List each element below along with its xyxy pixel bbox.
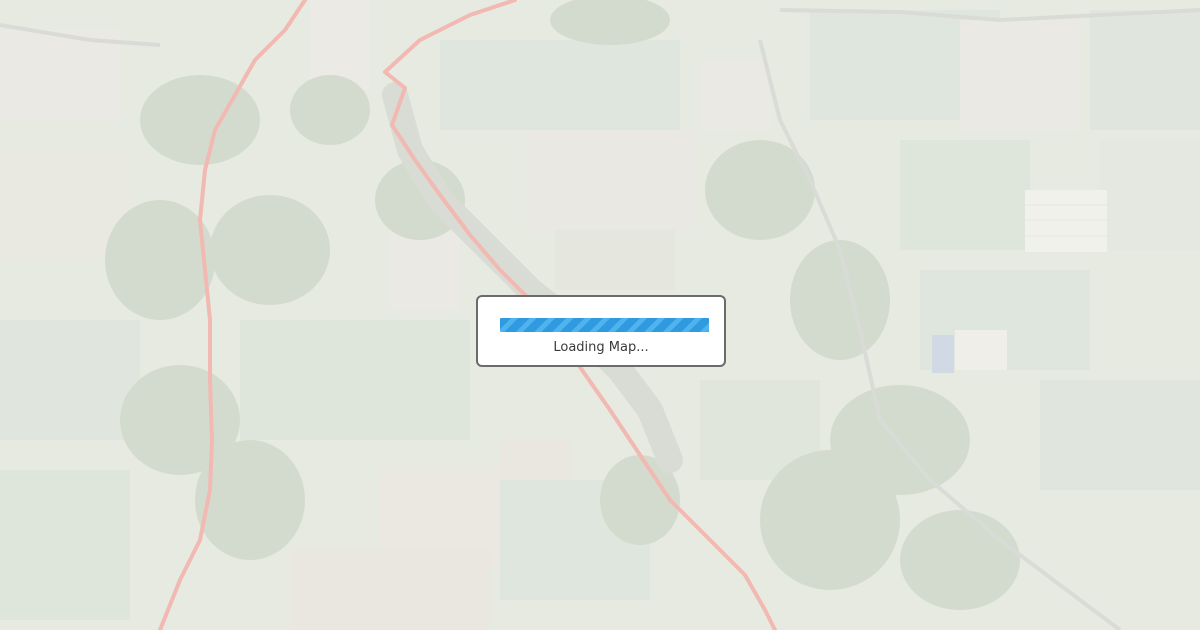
- loading-label: Loading Map...: [553, 340, 649, 355]
- loading-progress-fill: [500, 318, 709, 332]
- loading-dialog: Loading Map...: [476, 295, 726, 367]
- loading-progress-bar: [500, 318, 709, 332]
